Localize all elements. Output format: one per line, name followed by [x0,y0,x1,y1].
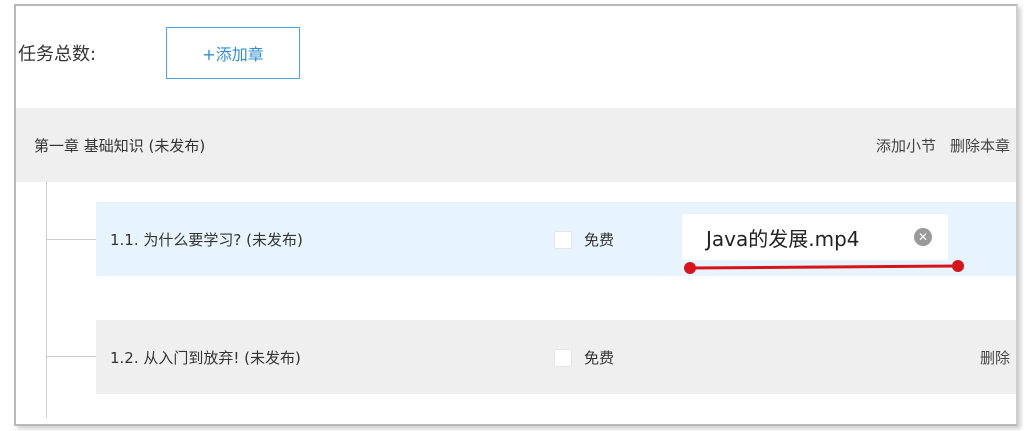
delete-section-link[interactable]: 删除 [980,347,1010,368]
file-name: Java的发展.mp4 [706,226,860,251]
free-checkbox[interactable]: 免费 [554,347,614,368]
checkbox-box[interactable] [554,230,572,249]
red-annotation-underline [684,260,964,274]
free-label: 免费 [584,349,615,367]
delete-chapter-link[interactable]: 删除本章 [950,135,1010,156]
course-editor-panel: 任务总数: +添加章 第一章 基础知识 (未发布) 添加小节 删除本章 1.1.… [14,4,1018,426]
annotation-dot-left [684,262,696,274]
section-row[interactable]: 1.2. 从入门到放弃! (未发布) 免费 删除 [96,320,1016,394]
tree-connector-horizontal [46,239,96,240]
chapter-title: 第一章 基础知识 (未发布) [34,137,206,155]
section-title: 1.2. 从入门到放弃! (未发布) [110,349,301,367]
tree-connector-vertical [46,182,47,418]
chapter-actions: 添加小节 删除本章 [876,135,1010,156]
add-section-link[interactable]: 添加小节 [876,135,936,156]
annotation-line [688,264,960,270]
tree-connector-horizontal [46,356,96,357]
add-chapter-button[interactable]: +添加章 [166,27,300,79]
toolbar: 任务总数: +添加章 [16,6,1016,106]
chapter-row: 第一章 基础知识 (未发布) 添加小节 删除本章 [16,108,1016,182]
x-circle-icon[interactable]: ✕ [914,228,932,246]
checkbox-box[interactable] [554,348,572,367]
free-checkbox[interactable]: 免费 [554,229,614,250]
free-label: 免费 [584,231,615,249]
annotation-dot-right [952,260,964,272]
section-title: 1.1. 为什么要学习? (未发布) [110,231,303,249]
task-total-label: 任务总数: [18,44,97,65]
